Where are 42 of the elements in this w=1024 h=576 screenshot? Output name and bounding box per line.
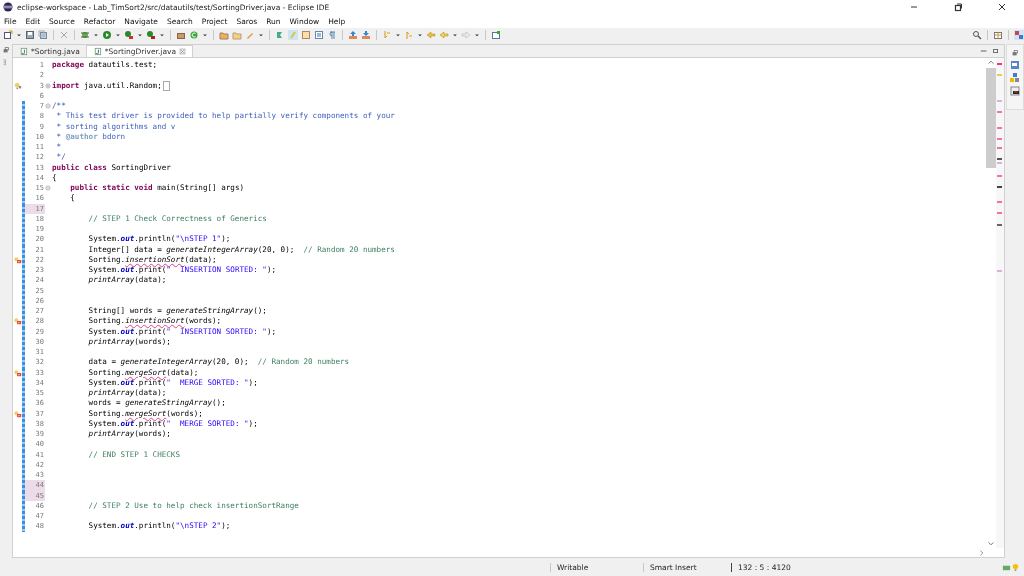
open-folder-icon[interactable] [219, 30, 229, 40]
error-marker-icon[interactable] [13, 317, 22, 326]
console-icon[interactable] [1010, 86, 1020, 96]
pencil-icon[interactable] [245, 30, 255, 40]
java-perspective-icon[interactable] [1014, 30, 1024, 40]
back-arrow-icon[interactable] [426, 30, 436, 40]
tab-close-icon[interactable] [179, 48, 187, 55]
block-icon[interactable] [314, 30, 324, 40]
new-file-icon[interactable] [3, 30, 13, 40]
restore-view-icon[interactable] [2, 46, 10, 54]
error-marker-icon[interactable] [13, 368, 22, 377]
scrollbar-thumb[interactable] [986, 68, 996, 168]
task-list-icon[interactable] [1010, 60, 1020, 70]
scroll-down-icon[interactable] [987, 540, 995, 548]
java-file-icon [19, 46, 28, 56]
folded-code-box[interactable] [162, 80, 170, 91]
new-class-icon[interactable] [189, 30, 199, 40]
pilcrow-icon[interactable] [327, 30, 337, 40]
error-marker-icon[interactable] [13, 255, 22, 264]
error-marker-icon[interactable] [13, 409, 22, 418]
marker-icon[interactable] [275, 30, 285, 40]
scroll-up-icon[interactable] [987, 58, 995, 66]
scroll-right-icon[interactable] [978, 548, 986, 557]
upload-icon[interactable] [348, 30, 358, 40]
search-icon[interactable] [972, 30, 982, 40]
box-icon[interactable] [301, 30, 311, 40]
open-perspective-icon[interactable] [993, 30, 1003, 40]
download-icon[interactable] [361, 30, 371, 40]
shapes-icon[interactable] [1010, 73, 1020, 83]
restore-icon[interactable] [953, 2, 963, 12]
pin-editor-icon[interactable] [491, 30, 501, 40]
save-icon[interactable] [25, 30, 35, 40]
briefcase-icon[interactable] [176, 30, 186, 40]
maximize-view-icon[interactable] [992, 47, 1000, 55]
save-all-icon[interactable] [38, 30, 48, 40]
folder-icon[interactable] [232, 30, 242, 40]
run-icon[interactable] [102, 30, 112, 40]
restore-view-icon[interactable] [1011, 49, 1019, 57]
java-file-icon [92, 47, 102, 56]
close-icon[interactable] [997, 2, 1007, 12]
lightbulb-marker-icon[interactable] [13, 81, 22, 90]
minimize-view-icon[interactable] [980, 47, 988, 55]
